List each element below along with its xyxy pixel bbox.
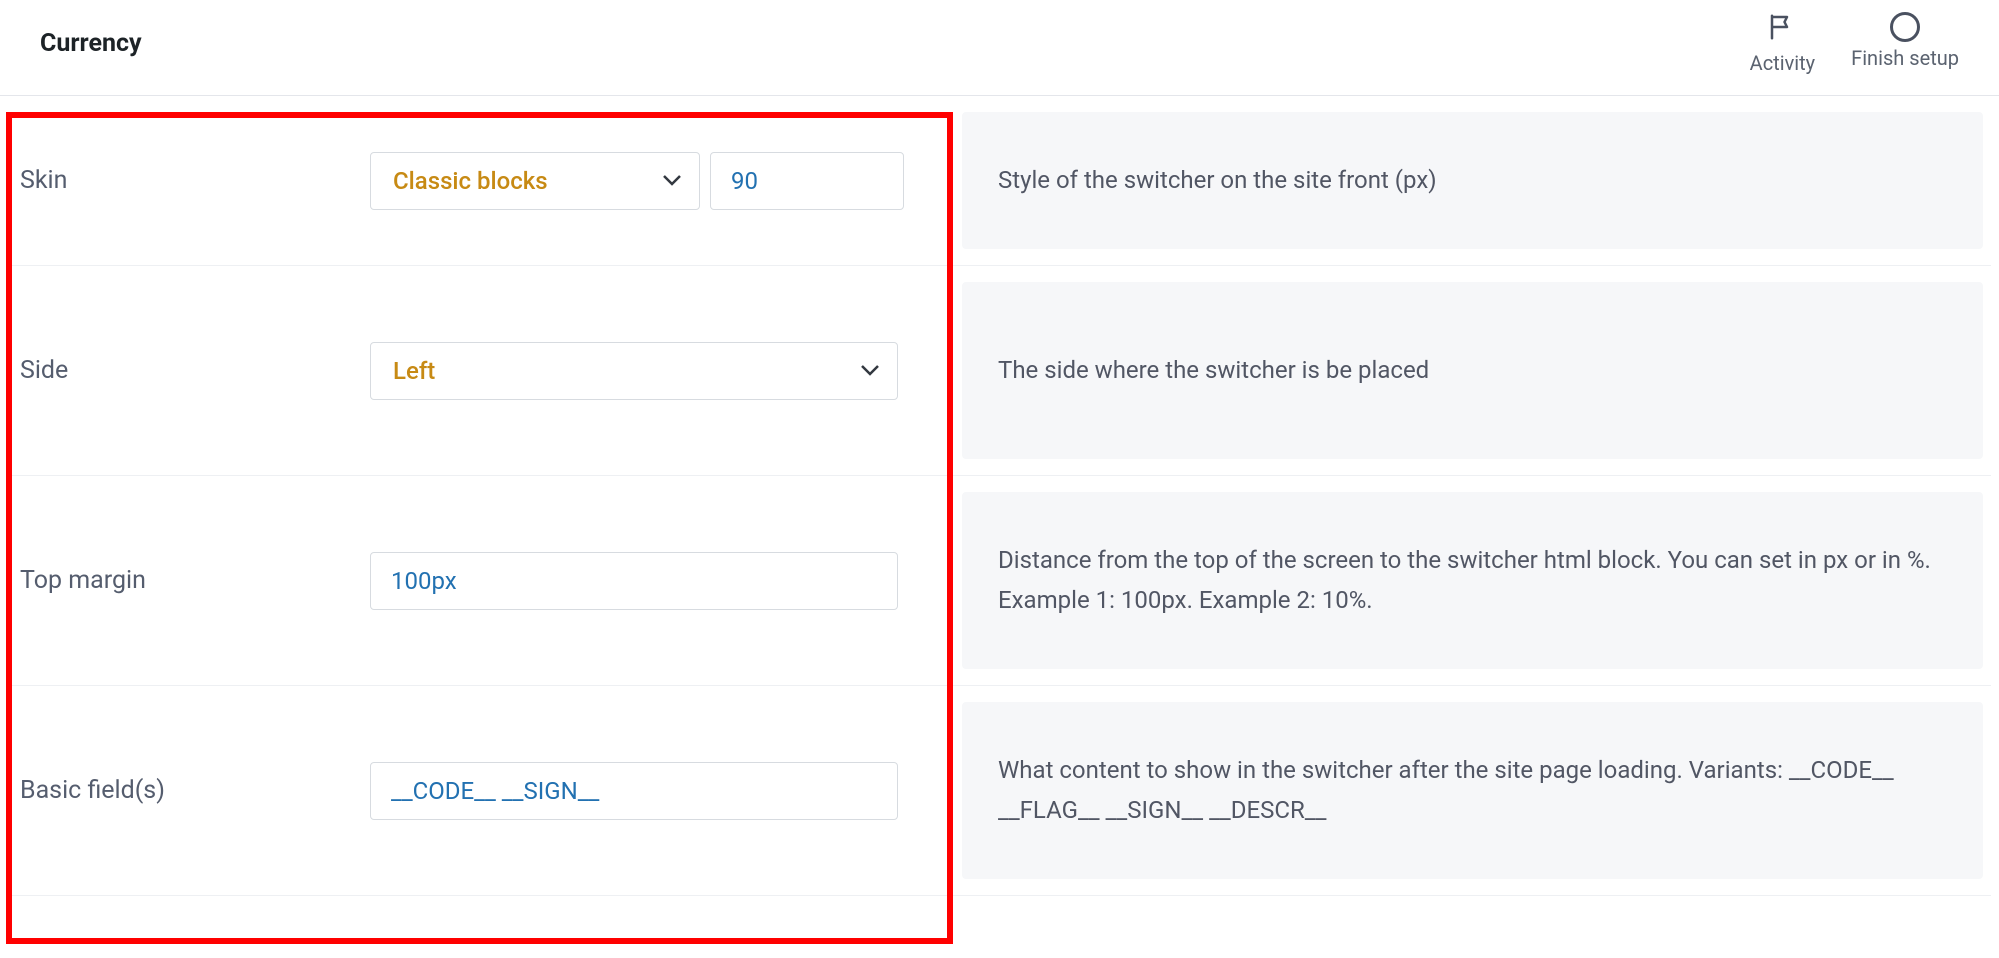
skin-description: Style of the switcher on the site front … — [962, 112, 1983, 249]
row-left: Top margin — [8, 476, 962, 685]
basic-fields-label: Basic field(s) — [20, 776, 370, 805]
skin-controls: Classic blocks — [370, 152, 952, 210]
activity-button[interactable]: Activity — [1750, 12, 1815, 75]
basic-fields-controls — [370, 762, 952, 820]
side-select[interactable]: Left — [370, 342, 898, 400]
header-actions: Activity Finish setup — [1750, 12, 1959, 75]
top-margin-controls — [370, 552, 952, 610]
basic-fields-description: What content to show in the switcher aft… — [962, 702, 1983, 879]
settings-row-basic-fields: Basic field(s) What content to show in t… — [8, 686, 1991, 896]
row-left: Side Left — [8, 266, 962, 475]
side-label: Side — [20, 356, 370, 385]
settings-row-top-margin: Top margin Distance from the top of the … — [8, 476, 1991, 686]
skin-select[interactable]: Classic blocks — [370, 152, 700, 210]
skin-label: Skin — [20, 166, 370, 195]
side-controls: Left — [370, 342, 952, 400]
row-left: Basic field(s) — [8, 686, 962, 895]
activity-label: Activity — [1750, 51, 1815, 75]
circle-icon — [1890, 12, 1920, 42]
finish-setup-label: Finish setup — [1851, 46, 1959, 70]
side-description: The side where the switcher is be placed — [962, 282, 1983, 459]
skin-select-wrap: Classic blocks — [370, 152, 700, 210]
side-select-wrap: Left — [370, 342, 898, 400]
top-margin-description: Distance from the top of the screen to t… — [962, 492, 1983, 669]
finish-setup-button[interactable]: Finish setup — [1851, 12, 1959, 70]
settings-row-skin: Skin Classic blocks Style of the switche… — [8, 96, 1991, 266]
skin-px-input[interactable] — [710, 152, 904, 210]
page-header: Currency Activity Finish setup — [0, 0, 1999, 96]
row-left: Skin Classic blocks — [8, 96, 962, 265]
page-title: Currency — [40, 29, 142, 58]
basic-fields-input[interactable] — [370, 762, 898, 820]
flag-icon — [1767, 12, 1797, 47]
top-margin-input[interactable] — [370, 552, 898, 610]
top-margin-label: Top margin — [20, 566, 370, 595]
settings-content: Skin Classic blocks Style of the switche… — [0, 96, 1999, 896]
settings-row-side: Side Left The side where the switcher is… — [8, 266, 1991, 476]
